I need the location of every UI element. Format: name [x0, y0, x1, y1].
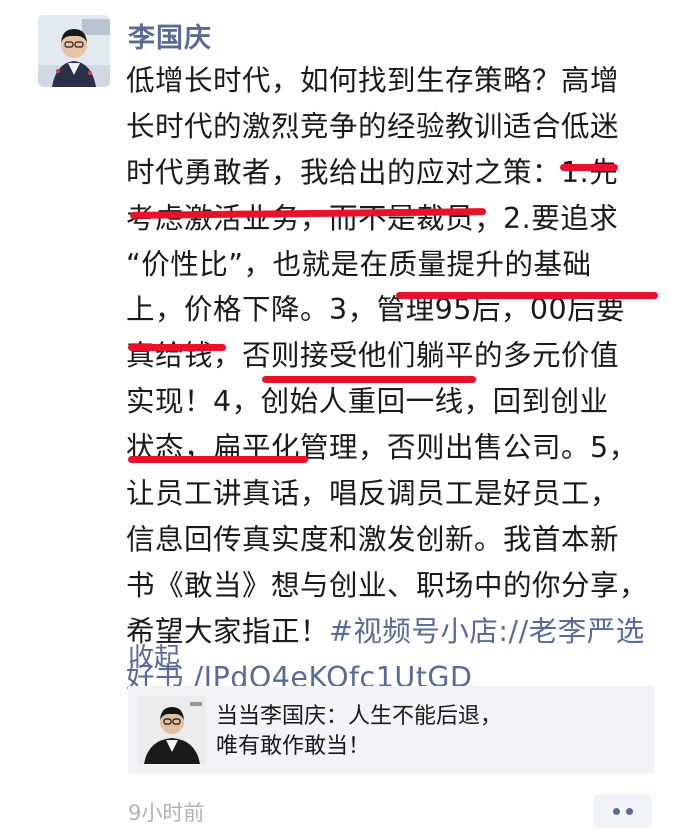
- post-line: 状态，扁平化管理，否则出售公司。5，: [126, 431, 638, 465]
- post-line-with-hashtag: 希望大家指正！#视频号小店://老李严选: [126, 609, 666, 655]
- post-line: 考虑激活业务，而不是裁员；2.要追求: [126, 201, 619, 235]
- more-icon: [626, 807, 633, 815]
- post-line: 实现！4，创始人重回一线，回到创业: [126, 385, 609, 419]
- post-line: 书《敢当》想与创业、职场中的你分享，: [126, 568, 649, 602]
- post-line: 低增长时代，如何找到生存策略？高增: [126, 64, 620, 97]
- share-card-line: 当当李国庆：人生不能后退，: [216, 704, 503, 729]
- share-card-text: 当当李国庆：人生不能后退， 唯有敢作敢当！: [216, 702, 502, 762]
- highlight-underline: [396, 292, 658, 299]
- shared-link-card[interactable]: 当当李国庆：人生不能后退， 唯有敢作敢当！: [128, 686, 654, 774]
- more-button[interactable]: [594, 794, 652, 828]
- highlight-underline: [128, 456, 308, 463]
- post-line: “价性比”，也就是在质量提升的基础: [126, 247, 592, 281]
- collapse-link[interactable]: 收起: [128, 637, 180, 674]
- post-line: 长时代的激烈竞争的经验教训适合低迷: [126, 109, 620, 143]
- share-thumbnail: [138, 696, 206, 764]
- highlight-underline: [128, 344, 226, 351]
- share-card-line: 唯有敢作敢当！: [216, 734, 371, 759]
- hashtag-link[interactable]: #视频号小店://老李严选: [329, 615, 645, 648]
- post-line: 让员工讲真话，唱反调员工是好员工，: [126, 477, 620, 511]
- post-line: 时代勇敢者，我给出的应对之策：1.先: [126, 155, 619, 189]
- highlight-underline: [560, 164, 618, 171]
- avatar[interactable]: [38, 15, 110, 87]
- more-icon: [613, 807, 620, 815]
- highlight-underline: [262, 376, 476, 383]
- post-line: 信息回传真实度和激发创新。我首本新: [126, 522, 620, 556]
- post-line: 真给钱，否则接受他们躺平的多元价值: [126, 339, 620, 373]
- timestamp: 9小时前: [128, 801, 205, 825]
- author-name[interactable]: 李国庆: [128, 16, 212, 55]
